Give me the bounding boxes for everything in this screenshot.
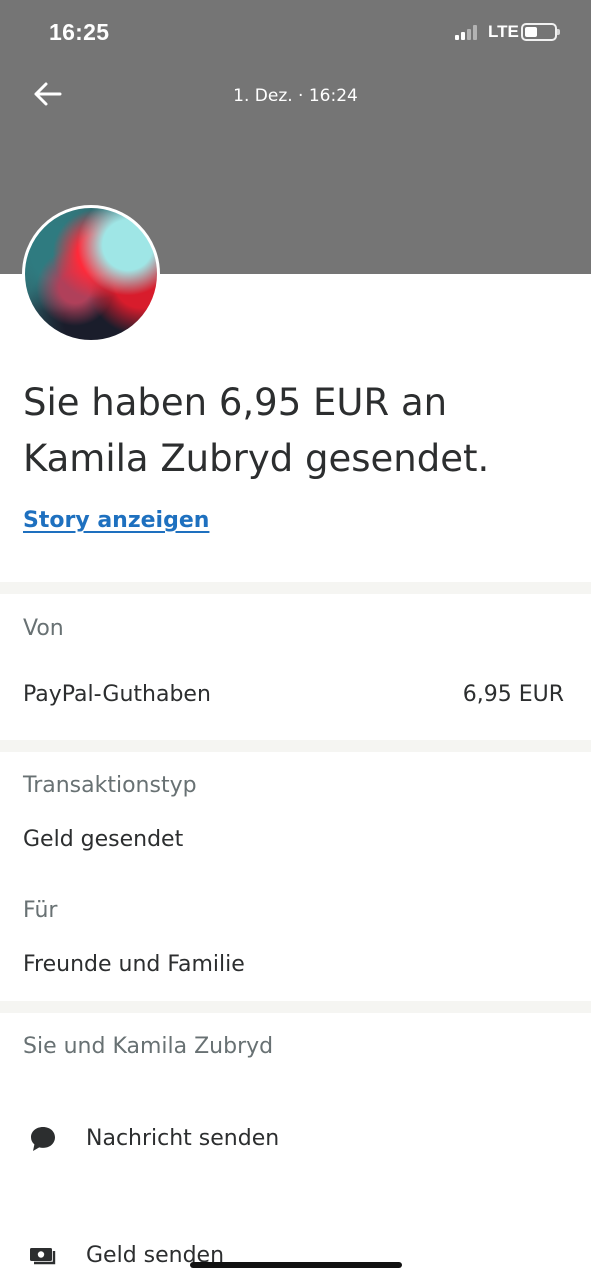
home-indicator [190, 1262, 402, 1268]
cellular-signal-icon [455, 24, 483, 40]
transaction-detail-screen: 16:25 LTE 1. Dez. · 16:24 Sie haben 6,95… [0, 0, 591, 1280]
status-time: 16:25 [49, 19, 110, 45]
transaction-type-label: Transaktionstyp [23, 773, 197, 798]
chat-bubble-icon [31, 1127, 55, 1151]
purpose-value: Freunde und Familie [23, 952, 245, 977]
money-icon [30, 1248, 56, 1265]
avatar [22, 205, 160, 343]
story-link[interactable]: Story anzeigen [23, 508, 209, 533]
status-bar: 16:25 LTE [0, 0, 591, 66]
section-divider [0, 1001, 591, 1013]
transaction-date: 1. Dez. · 16:24 [233, 86, 358, 106]
contact-section-heading: Sie und Kamila Zubryd [23, 1034, 274, 1059]
page-title: Sie haben 6,95 EUR an Kamila Zubryd gese… [23, 381, 490, 480]
send-message-action[interactable]: Nachricht senden [86, 1126, 279, 1151]
section-divider [0, 740, 591, 752]
funding-source: PayPal-Guthaben [23, 682, 211, 707]
from-label: Von [23, 616, 64, 641]
section-divider [0, 582, 591, 594]
battery-icon [521, 23, 560, 41]
transaction-type-value: Geld gesendet [23, 827, 184, 852]
purpose-label: Für [23, 898, 58, 923]
network-type: LTE [488, 22, 519, 41]
amount-value: 6,95 EUR [462, 682, 564, 707]
